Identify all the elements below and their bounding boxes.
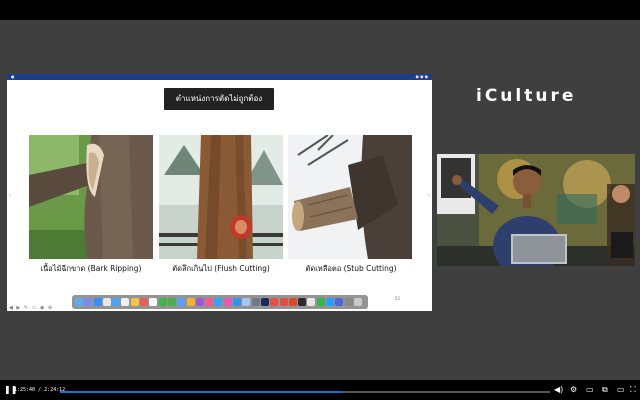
photo-bark-ripping [29, 135, 153, 259]
mac-dock[interactable] [72, 295, 368, 309]
caption-bark-ripping: เนื้อไม้ฉีกขาด (Bark Ripping) [40, 264, 142, 273]
dock-app-icon[interactable] [288, 298, 297, 306]
dock-app-icon[interactable] [158, 298, 167, 306]
dock-app-icon[interactable] [205, 298, 214, 306]
dock-app-icon[interactable] [279, 298, 288, 306]
volume-icon[interactable]: ◀) [554, 386, 563, 394]
progress-bar[interactable] [60, 391, 550, 393]
dock-app-icon[interactable] [316, 298, 325, 306]
next-slide-icon[interactable]: › [428, 192, 430, 199]
shared-screen: ● ◼ ◼ ◼ ตำแหน่งการตัดไม่ถูกต้อง เนื้อไม้… [7, 74, 432, 311]
slide-title: ตำแหน่งการตัดไม่ถูกต้อง [164, 88, 274, 110]
fullscreen-icon[interactable]: ⛶ [630, 386, 636, 394]
dock-app-icon[interactable] [298, 298, 307, 306]
dock-app-icon[interactable] [260, 298, 269, 306]
settings-gear-icon[interactable]: ⚙ [570, 386, 577, 394]
dock-app-icon[interactable] [149, 298, 158, 306]
dock-app-icon[interactable] [167, 298, 176, 306]
dock-app-icon[interactable] [121, 298, 130, 306]
dock-app-icon[interactable] [242, 298, 251, 306]
captions-icon[interactable]: ▭ [586, 386, 594, 394]
dock-app-icon[interactable] [344, 298, 353, 306]
dock-app-icon[interactable] [75, 298, 83, 306]
slide-page-number: 55 [394, 296, 400, 301]
player-controls [0, 380, 640, 400]
dock-app-icon[interactable] [214, 298, 223, 306]
speaker-webcam [437, 154, 635, 266]
caption-stub-cutting: ตัดเหลือตอ (Stub Cutting) [305, 264, 397, 273]
progress-fill [60, 391, 342, 393]
photo-stub-cutting [288, 135, 412, 259]
dock-app-icon[interactable] [195, 298, 204, 306]
apple-icon: ● [11, 74, 15, 79]
dock-app-icon[interactable] [353, 298, 362, 306]
mac-menu-bar: ● ◼ ◼ ◼ [7, 74, 432, 80]
dock-app-icon[interactable] [177, 298, 186, 306]
dock-app-icon[interactable] [186, 298, 195, 306]
dock-app-icon[interactable] [326, 298, 335, 306]
prev-slide-icon[interactable]: ‹ [9, 192, 11, 199]
dock-app-icon[interactable] [140, 298, 149, 306]
dock-app-icon[interactable] [93, 298, 102, 306]
top-bar [0, 0, 640, 20]
photo-flush-cutting [159, 135, 283, 259]
miniplayer-icon[interactable]: ⧉ [602, 386, 608, 394]
dock-app-icon[interactable] [223, 298, 232, 306]
playback-time: 1:25:40 / 2:24:12 [14, 387, 66, 393]
dock-app-icon[interactable] [112, 298, 121, 306]
dock-app-icon[interactable] [251, 298, 260, 306]
dock-app-icon[interactable] [84, 298, 93, 306]
dock-app-icon[interactable] [130, 298, 139, 306]
dock-app-icon[interactable] [102, 298, 111, 306]
status-icons: ◼ ◼ ◼ [415, 74, 428, 79]
caption-flush-cutting: ตัดลึกเกินไป (Flush Cutting) [172, 264, 270, 273]
dock-app-icon[interactable] [233, 298, 242, 306]
dock-app-icon[interactable] [307, 298, 316, 306]
dock-app-icon[interactable] [335, 298, 344, 306]
presenter-tools[interactable]: ◀ ▶ ✎ ▭ ◉ ⊕ [9, 305, 53, 311]
brand-logo: iCulture [476, 86, 577, 106]
theater-mode-icon[interactable]: ▭ [617, 386, 625, 394]
dock-app-icon[interactable] [270, 298, 279, 306]
